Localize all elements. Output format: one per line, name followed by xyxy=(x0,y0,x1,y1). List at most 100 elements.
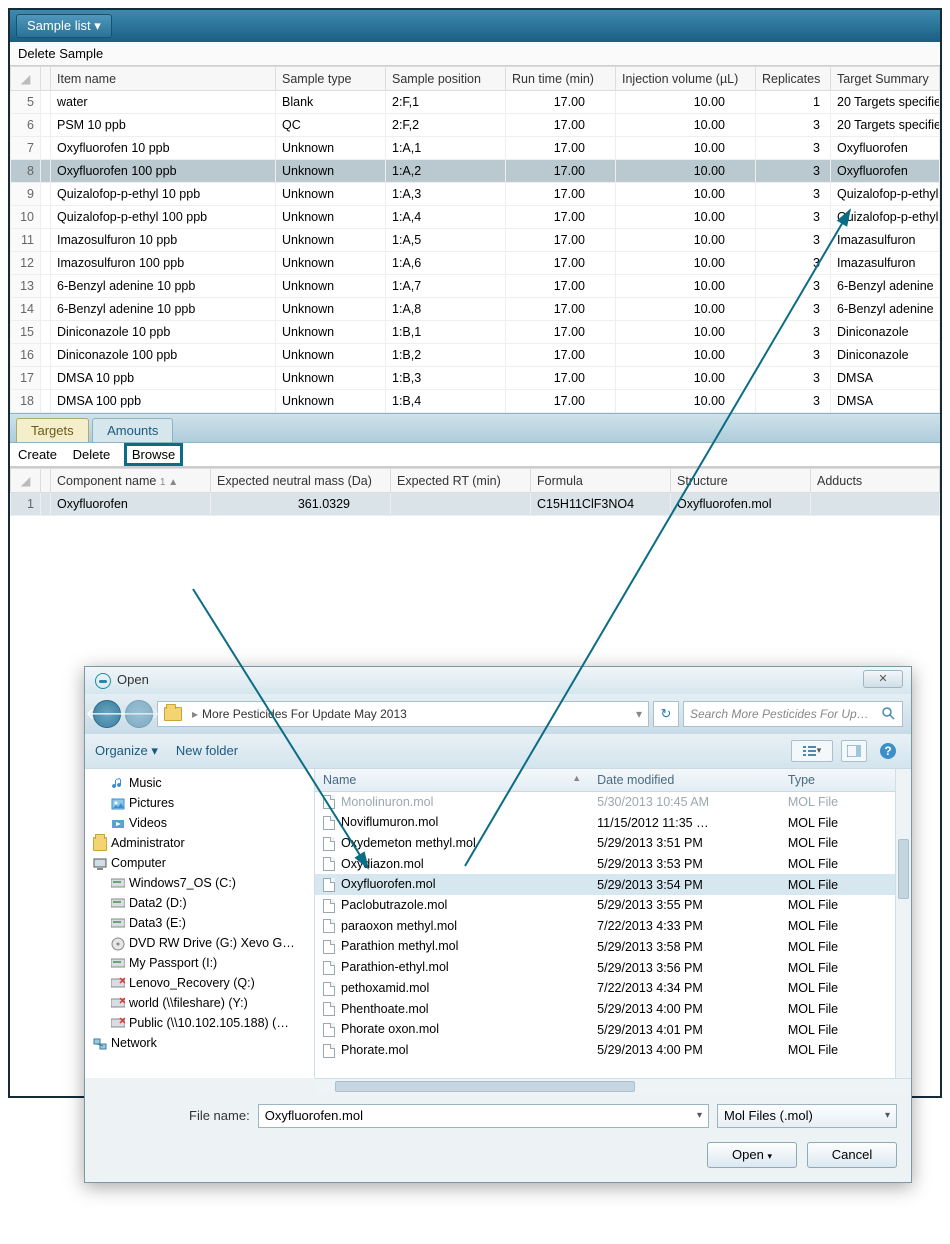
tree-item[interactable]: Computer xyxy=(85,853,314,873)
tree-item[interactable]: Pictures xyxy=(85,793,314,813)
col-comp-add[interactable]: Adducts xyxy=(811,469,940,493)
col-comp-name[interactable]: Component name 1 ▲ xyxy=(51,469,211,493)
file-row[interactable]: Phenthoate.mol5/29/2013 4:00 PMMOL File xyxy=(315,999,911,1020)
fcol-name[interactable]: Name ▲ xyxy=(315,769,589,792)
table-row[interactable]: 9Quizalofop-p-ethyl 10 ppbUnknown1:A,317… xyxy=(11,183,940,206)
file-icon xyxy=(323,919,335,933)
tree-item[interactable]: Administrator xyxy=(85,833,314,853)
file-row[interactable]: Parathion methyl.mol5/29/2013 3:58 PMMOL… xyxy=(315,936,911,957)
component-row[interactable]: 1 Oxyfluorofen 361.0329 C15H11ClF3NO4 Ox… xyxy=(11,493,940,516)
app-icon xyxy=(95,673,111,689)
file-row[interactable]: Noviflumuron.mol11/15/2012 11:35 …MOL Fi… xyxy=(315,812,911,833)
refresh-button[interactable]: ↻ xyxy=(653,701,679,727)
dialog-title: Open xyxy=(117,672,149,687)
create-button[interactable]: Create xyxy=(18,447,57,462)
horizontal-scrollbar[interactable] xyxy=(315,1078,911,1094)
table-row[interactable]: 12Imazosulfuron 100 ppbUnknown1:A,617.00… xyxy=(11,252,940,275)
file-name-input[interactable]: Oxyfluorofen.mol▾ xyxy=(258,1104,709,1128)
browse-button[interactable]: Browse xyxy=(126,445,181,464)
file-icon xyxy=(323,857,335,871)
table-row[interactable]: 146-Benzyl adenine 10 ppbUnknown1:A,817.… xyxy=(11,298,940,321)
filter-dropdown[interactable]: Mol Files (.mol)▾ xyxy=(717,1104,897,1128)
file-icon xyxy=(323,795,335,809)
component-table: ◢ Component name 1 ▲ Expected neutral ma… xyxy=(10,468,940,516)
tree-item[interactable]: Windows7_OS (C:) xyxy=(85,873,314,893)
col-pos[interactable]: Sample position xyxy=(386,67,506,91)
file-row[interactable]: pethoxamid.mol7/22/2013 4:34 PMMOL File xyxy=(315,978,911,999)
file-row[interactable]: Oxyfluorofen.mol5/29/2013 3:54 PMMOL Fil… xyxy=(315,874,911,895)
forward-button[interactable]: 🡒 xyxy=(125,700,153,728)
table-row[interactable]: 5waterBlank2:F,117.0010.00120 Targets sp… xyxy=(11,91,940,114)
svg-text:?: ? xyxy=(884,744,891,758)
open-dialog: Open ✕ 🡐 🡒 ▸More Pesticides For Update M… xyxy=(84,666,912,1183)
cancel-button[interactable]: Cancel xyxy=(807,1142,897,1168)
preview-pane-button[interactable] xyxy=(841,740,867,762)
file-icon xyxy=(323,982,335,996)
table-row[interactable]: 17DMSA 10 ppbUnknown1:B,317.0010.003DMSA xyxy=(11,367,940,390)
file-row[interactable]: Paclobutrazole.mol5/29/2013 3:55 PMMOL F… xyxy=(315,895,911,916)
help-icon: ? xyxy=(879,742,897,760)
col-inj[interactable]: Injection volume (µL) xyxy=(616,67,756,91)
fcol-type[interactable]: Type xyxy=(780,769,911,792)
file-icon xyxy=(323,940,335,954)
tree-item[interactable]: Data2 (D:) xyxy=(85,893,314,913)
folder-tree[interactable]: MusicPicturesVideosAdministratorComputer… xyxy=(85,769,315,1078)
table-row[interactable]: 6PSM 10 ppbQC2:F,217.0010.00320 Targets … xyxy=(11,114,940,137)
close-button[interactable]: ✕ xyxy=(863,670,903,688)
tree-item[interactable]: DVD RW Drive (G:) Xevo G… xyxy=(85,933,314,953)
open-button[interactable]: Open ▾ xyxy=(707,1142,797,1168)
file-row[interactable]: Oxydemeton methyl.mol5/29/2013 3:51 PMMO… xyxy=(315,833,911,854)
tab-amounts[interactable]: Amounts xyxy=(92,418,173,442)
col-type[interactable]: Sample type xyxy=(276,67,386,91)
col-comp-struct[interactable]: Structure xyxy=(671,469,811,493)
col-comp-rt[interactable]: Expected RT (min) xyxy=(391,469,531,493)
table-row[interactable]: 11Imazosulfuron 10 ppbUnknown1:A,517.001… xyxy=(11,229,940,252)
delete-button[interactable]: Delete xyxy=(73,447,111,462)
tree-item[interactable]: Network xyxy=(85,1033,314,1053)
help-button[interactable]: ? xyxy=(875,740,901,762)
tree-item[interactable]: Videos xyxy=(85,813,314,833)
search-input[interactable]: Search More Pesticides For Up… xyxy=(683,701,903,727)
file-row[interactable]: Parathion-ethyl.mol5/29/2013 3:56 PMMOL … xyxy=(315,957,911,978)
tree-item[interactable]: Public (\\10.102.105.188) (… xyxy=(85,1013,314,1033)
file-row[interactable]: Monolinuron.mol5/30/2013 10:45 AMMOL Fil… xyxy=(315,791,911,812)
sample-list-dropdown[interactable]: Sample list ▾ xyxy=(16,14,112,38)
table-row[interactable]: 16Diniconazole 100 ppbUnknown1:B,217.001… xyxy=(11,344,940,367)
file-icon xyxy=(323,961,335,975)
file-icon xyxy=(323,1023,335,1037)
tree-item[interactable]: world (\\fileshare) (Y:) xyxy=(85,993,314,1013)
organize-dropdown[interactable]: Organize ▾ xyxy=(95,743,158,759)
table-row[interactable]: 18DMSA 100 ppbUnknown1:B,417.0010.003DMS… xyxy=(11,390,940,413)
file-row[interactable]: Phorate oxon.mol5/29/2013 4:01 PMMOL Fil… xyxy=(315,1019,911,1040)
fcol-date[interactable]: Date modified xyxy=(589,769,780,792)
col-target[interactable]: Target Summary xyxy=(831,67,940,91)
tree-item[interactable]: My Passport (I:) xyxy=(85,953,314,973)
col-rep[interactable]: Replicates xyxy=(756,67,831,91)
new-folder-button[interactable]: New folder xyxy=(176,743,238,758)
row-header-corner[interactable]: ◢ xyxy=(11,67,41,91)
vertical-scrollbar[interactable] xyxy=(895,769,911,1078)
file-row[interactable]: Oxydiazon.mol5/29/2013 3:53 PMMOL File xyxy=(315,854,911,875)
file-icon xyxy=(323,816,335,830)
file-row[interactable]: Phorate.mol5/29/2013 4:00 PMMOL File xyxy=(315,1040,911,1061)
col-comp-mass[interactable]: Expected neutral mass (Da) xyxy=(211,469,391,493)
breadcrumb[interactable]: ▸More Pesticides For Update May 2013▾ xyxy=(157,701,649,727)
col-comp-formula[interactable]: Formula xyxy=(531,469,671,493)
col-run[interactable]: Run time (min) xyxy=(506,67,616,91)
sample-table: ◢ Item name Sample type Sample position … xyxy=(10,66,940,413)
file-row[interactable]: paraoxon methyl.mol7/22/2013 4:33 PMMOL … xyxy=(315,916,911,937)
tree-item[interactable]: Data3 (E:) xyxy=(85,913,314,933)
view-mode-button[interactable]: ▾ xyxy=(791,740,833,762)
table-row[interactable]: 10Quizalofop-p-ethyl 100 ppbUnknown1:A,4… xyxy=(11,206,940,229)
tab-targets[interactable]: Targets xyxy=(16,418,89,442)
delete-sample-button[interactable]: Delete Sample xyxy=(18,46,103,61)
tree-item[interactable]: Music xyxy=(85,773,314,793)
tree-item[interactable]: Lenovo_Recovery (Q:) xyxy=(85,973,314,993)
table-row[interactable]: 15Diniconazole 10 ppbUnknown1:B,117.0010… xyxy=(11,321,940,344)
table-row[interactable]: 7Oxyfluorofen 10 ppbUnknown1:A,117.0010.… xyxy=(11,137,940,160)
col-item[interactable]: Item name xyxy=(51,67,276,91)
pane-icon xyxy=(847,745,861,757)
table-row[interactable]: 136-Benzyl adenine 10 ppbUnknown1:A,717.… xyxy=(11,275,940,298)
search-icon xyxy=(882,707,896,721)
table-row[interactable]: 8Oxyfluorofen 100 ppbUnknown1:A,217.0010… xyxy=(11,160,940,183)
